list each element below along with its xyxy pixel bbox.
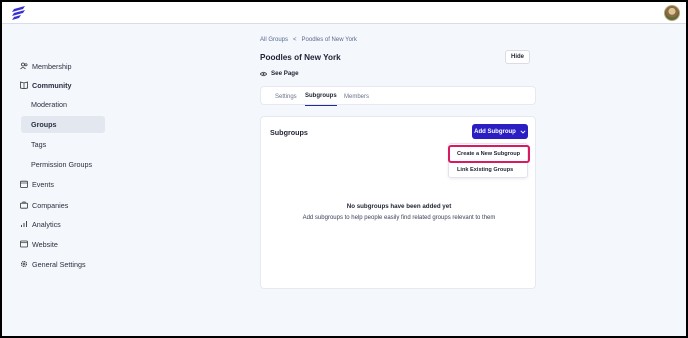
user-avatar[interactable] xyxy=(664,5,680,21)
top-bar xyxy=(2,2,686,24)
subgroups-card: Subgroups Add Subgroup Create a New Subg… xyxy=(260,116,536,289)
hide-button[interactable]: Hide xyxy=(505,50,530,64)
breadcrumb-all-groups[interactable]: All Groups xyxy=(260,37,288,43)
see-page-link[interactable]: See Page xyxy=(260,70,299,77)
sidebar-label: Permission Groups xyxy=(31,160,93,169)
tab-members[interactable]: Members xyxy=(344,87,369,106)
sidebar-item-website[interactable]: Website xyxy=(20,236,58,252)
sidebar-item-general-settings[interactable]: General Settings xyxy=(20,256,86,272)
sidebar-label: Events xyxy=(32,179,54,189)
add-subgroup-label: Add Subgroup xyxy=(474,128,516,135)
sidebar-item-events[interactable]: Events xyxy=(20,176,54,192)
sidebar-label: Analytics xyxy=(32,219,61,229)
tab-bar: Settings Subgroups Members xyxy=(260,86,536,106)
sidebar-label: Groups xyxy=(31,120,57,129)
sidebar-label: Moderation xyxy=(31,100,67,109)
add-subgroup-menu: Create a New Subgroup Link Existing Grou… xyxy=(448,143,530,178)
bar-chart-icon xyxy=(21,221,27,227)
sidebar-item-companies[interactable]: Companies xyxy=(20,197,68,213)
sidebar-item-moderation[interactable]: Moderation xyxy=(21,96,105,113)
sidebar-item-groups[interactable]: Groups xyxy=(21,116,105,133)
sidebar-item-membership[interactable]: Membership xyxy=(20,58,72,74)
chevron-down-icon xyxy=(520,129,526,134)
breadcrumb-separator: < xyxy=(293,37,297,43)
tab-settings[interactable]: Settings xyxy=(275,87,297,106)
window-icon xyxy=(20,240,28,248)
sidebar-item-community[interactable]: Community xyxy=(20,77,72,93)
sidebar-item-tags[interactable]: Tags xyxy=(21,136,105,153)
sidebar-label: Website xyxy=(32,239,58,249)
menu-item-create-subgroup[interactable]: Create a New Subgroup xyxy=(448,145,530,163)
breadcrumb-current[interactable]: Poodles of New York xyxy=(302,37,357,43)
sidebar-label: Companies xyxy=(32,200,69,210)
menu-item-link-groups[interactable]: Link Existing Groups xyxy=(449,162,529,178)
subgroups-title: Subgroups xyxy=(270,128,308,137)
page-title: Poodles of New York xyxy=(260,53,341,62)
see-page-label: See Page xyxy=(271,70,299,77)
sidebar-label: Community xyxy=(32,80,72,90)
breadcrumb: All Groups < Poodles of New York xyxy=(260,37,357,43)
app-logo-icon[interactable] xyxy=(11,6,27,20)
empty-state-title: No subgroups have been added yet xyxy=(346,203,452,210)
sidebar: Membership Community Moderation Groups T… xyxy=(2,25,114,336)
sidebar-label: General Settings xyxy=(32,259,86,269)
app-window: Membership Community Moderation Groups T… xyxy=(0,0,688,338)
gear-icon xyxy=(20,260,28,268)
add-subgroup-button[interactable]: Add Subgroup xyxy=(472,124,528,139)
book-icon xyxy=(20,81,28,89)
eye-icon xyxy=(260,71,267,76)
empty-state-subtitle: Add subgroups to help people easily find… xyxy=(302,215,496,221)
tab-subgroups[interactable]: Subgroups xyxy=(305,87,337,106)
sidebar-label: Tags xyxy=(31,140,47,149)
users-icon xyxy=(20,62,28,70)
sidebar-item-analytics[interactable]: Analytics xyxy=(20,216,61,232)
briefcase-icon xyxy=(20,201,28,209)
sidebar-label: Membership xyxy=(32,61,72,71)
sidebar-item-permission-groups[interactable]: Permission Groups xyxy=(21,156,105,173)
calendar-icon xyxy=(20,180,28,188)
